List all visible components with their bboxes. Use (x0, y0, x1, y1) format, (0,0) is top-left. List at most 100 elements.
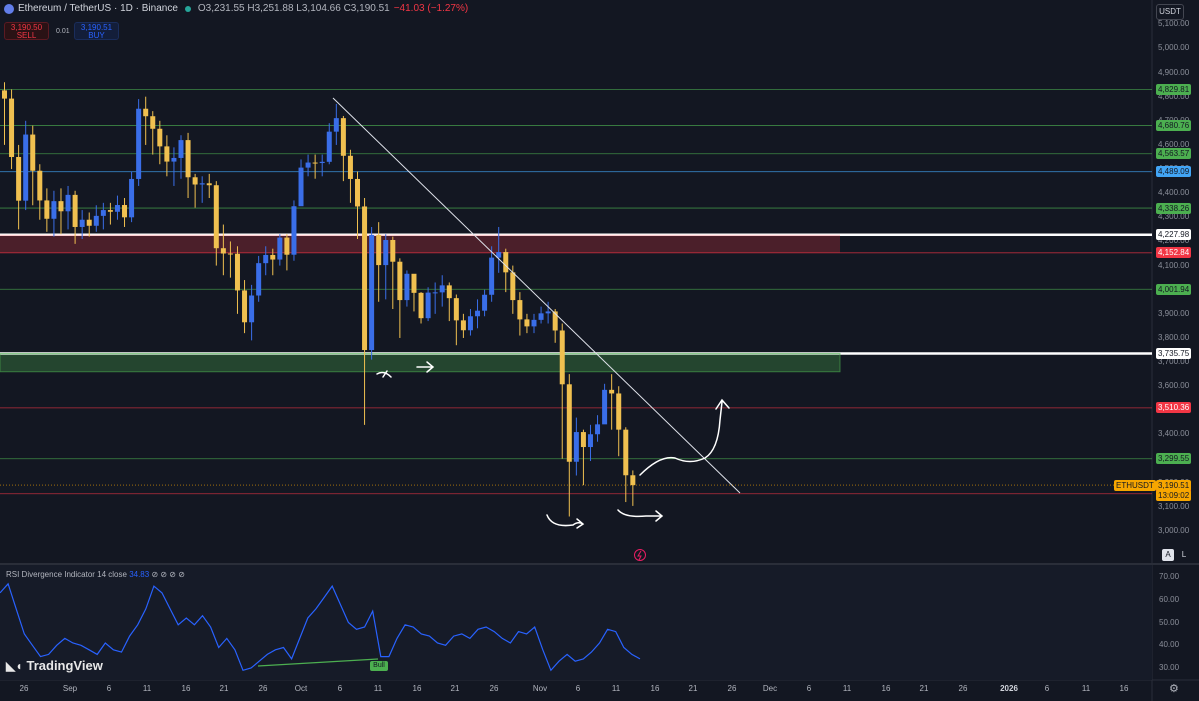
bear-candle (376, 234, 382, 266)
date-tick: 16 (650, 684, 660, 693)
bear-candle (418, 292, 424, 319)
date-tick: 6 (106, 684, 112, 693)
date-tick: 6 (806, 684, 812, 693)
date-tick: 6 (337, 684, 343, 693)
bull-divergence-tag: Bull (370, 661, 388, 671)
date-tick: 11 (611, 684, 621, 693)
bear-candle (58, 201, 64, 212)
price-tick: 3,000.00 (1158, 526, 1190, 535)
settings-gear-icon[interactable]: ⚙ (1169, 682, 1179, 695)
rsi-tick: 40.00 (1159, 640, 1180, 650)
change-value: −41.03 (−1.27%) (393, 3, 469, 14)
bear-candle (2, 90, 7, 99)
rsi-title: RSI Divergence Indicator 14 close 34.83 … (6, 570, 185, 579)
ohlc-values: O3,231.55 H3,251.88 L3,104.66 C3,190.51 (197, 3, 390, 14)
price-chart[interactable] (0, 0, 1199, 701)
log-scale-button[interactable]: L (1178, 549, 1190, 561)
price-tick: 5,000.00 (1158, 43, 1190, 53)
bear-candle (206, 183, 212, 186)
bear-candle (524, 319, 530, 327)
bull-candle (249, 295, 255, 323)
bear-candle (192, 177, 198, 185)
level-tag: 4,152.84 (1156, 247, 1192, 259)
rsi-tick: 70.00 (1159, 572, 1180, 581)
bear-candle (340, 118, 346, 156)
event-lightning-icon[interactable] (634, 549, 646, 561)
buy-button[interactable]: 3,190.51 BUY (74, 22, 119, 40)
price-tick: 3,100.00 (1158, 501, 1190, 511)
bull-candle (467, 316, 473, 331)
bear-candle (242, 290, 248, 323)
sell-button[interactable]: 3,190.50 SELL (4, 22, 49, 40)
bull-candle (199, 183, 205, 185)
bull-candle (298, 167, 304, 207)
date-tick: 6 (575, 684, 581, 693)
currency-button[interactable]: USDT (1156, 4, 1184, 20)
rsi-tick: 50.00 (1159, 617, 1180, 627)
bull-candle (291, 206, 297, 255)
date-tick: Sep (62, 684, 78, 693)
bull-candle (171, 157, 177, 162)
price-tick: 4,300.00 (1158, 212, 1190, 222)
level-tag: 4,829.81 (1156, 83, 1192, 95)
bear-candle (453, 298, 459, 321)
auto-scale-button[interactable]: A (1162, 549, 1174, 561)
bull-candle (136, 108, 142, 179)
bear-candle (609, 389, 615, 394)
bull-candle (545, 311, 551, 314)
date-tick: 2026 (1000, 684, 1018, 693)
bear-candle (284, 237, 290, 255)
bear-candle (157, 128, 163, 147)
bear-candle (86, 219, 92, 226)
chart-header: Ethereum / TetherUS · 1D · Binance O3,23… (4, 3, 468, 14)
bear-candle (30, 134, 36, 171)
bull-candle (595, 424, 601, 435)
current-symbol-tag: ETHUSDT (1114, 479, 1156, 491)
bull-candle (383, 240, 389, 266)
rsi-settings-icons[interactable]: ⊘ ⊘ ⊘ ⊘ (151, 570, 184, 579)
bull-candle (587, 434, 593, 448)
bear-candle (347, 155, 353, 179)
bull-candle (277, 237, 283, 260)
bull-candle (79, 219, 85, 227)
bear-candle (72, 194, 78, 227)
level-tag: 3,735.75 (1156, 347, 1192, 359)
bull-candle (369, 234, 375, 351)
bear-candle (517, 300, 523, 320)
bull-candle (333, 118, 339, 132)
price-tick: 4,100.00 (1158, 260, 1190, 270)
buy-label: BUY (88, 31, 105, 40)
sell-label: SELL (16, 31, 37, 40)
date-tick: 16 (181, 684, 191, 693)
price-tick: 4,900.00 (1158, 67, 1190, 77)
level-tag: 3,510.36 (1156, 402, 1192, 414)
date-tick: 11 (142, 684, 152, 693)
bull-candle (432, 292, 438, 294)
bear-candle (143, 108, 149, 117)
bull-candle (263, 254, 269, 264)
bear-candle (227, 253, 233, 255)
bull-candle (178, 140, 184, 158)
bear-candle (362, 206, 368, 351)
bear-candle (9, 98, 15, 157)
date-tick: 11 (373, 684, 383, 693)
bear-candle (559, 330, 565, 385)
current-price-tag: 3,190.51 (1156, 479, 1192, 491)
bear-candle (460, 320, 466, 331)
date-tick: 26 (258, 684, 268, 693)
date-tick: 16 (881, 684, 891, 693)
bear-candle (234, 253, 240, 291)
date-tick: 6 (1044, 684, 1050, 693)
symbol-title[interactable]: Ethereum / TetherUS · 1D · Binance (18, 3, 178, 14)
bull-candle (319, 161, 325, 164)
bear-candle (122, 205, 128, 218)
descending-trendline (332, 97, 741, 494)
price-tick: 3,400.00 (1158, 429, 1190, 439)
tradingview-logo-icon: ◣◖ (6, 658, 23, 673)
bull-candle (326, 131, 332, 162)
bear-candle (164, 146, 170, 162)
tradingview-logo-text: TradingView (26, 658, 103, 673)
date-tick: 21 (919, 684, 929, 693)
bear-candle (107, 210, 113, 212)
bull-candle (573, 432, 579, 462)
